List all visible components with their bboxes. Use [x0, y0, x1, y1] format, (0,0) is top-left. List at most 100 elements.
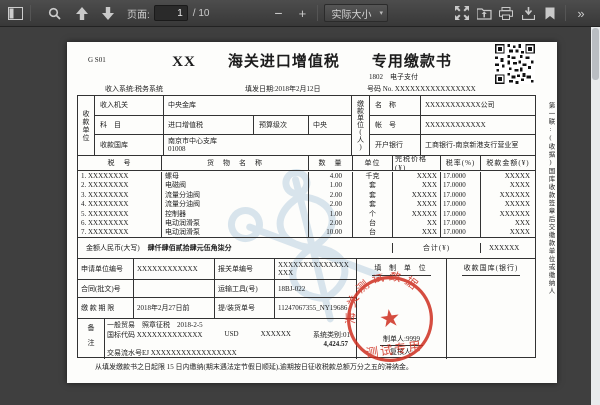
pdf-viewer-area: G S01 XX 海关进口增值税 专用缴款书 1802 电子支付 收入系统:税务…: [0, 27, 591, 405]
payer-bank-label: 开户银行: [370, 135, 421, 155]
total-value: XXXXXX: [481, 244, 535, 252]
bookmark-button[interactable]: [539, 3, 561, 24]
transport-value: 18BJ-022: [275, 280, 356, 298]
col-header-unit: 单位: [353, 156, 393, 170]
row-qty: 2.00: [309, 219, 353, 228]
row-amount: XXXXXX: [481, 191, 535, 200]
row-code: XXXXXXXX: [88, 219, 128, 227]
open-folder-icon: [477, 7, 492, 20]
more-tools-button[interactable]: »: [570, 3, 592, 24]
table-row: 3. XXXXXXXX 流量分油阀 2.00 套 XXXXX 17.0000 X…: [78, 191, 535, 200]
table-row: 4. XXXXXXXX 流量分油阀 2.00 套 XXXX 17.0000 XX…: [78, 200, 535, 209]
table-row: 7. XXXXXXXX 电动润滑泵 10.00 台 XXX 17.0000 XX…: [78, 228, 535, 237]
payer-side-label: 缴款单位(人): [356, 100, 366, 151]
download-button[interactable]: [517, 3, 539, 24]
row-code: XXXXXXXX: [88, 210, 128, 218]
row-unit: 个: [353, 210, 393, 219]
row-amount: XXXXX: [481, 172, 535, 181]
treasury-label: 收款国库: [95, 135, 164, 155]
row-no: 3.: [81, 191, 86, 199]
row-code: XXXXXXXX: [88, 200, 128, 208]
gb-code-label: 国标代码: [107, 331, 135, 339]
row-qty: 1.00: [309, 181, 353, 190]
page-number-input[interactable]: [154, 5, 188, 21]
col-header-tax-amount: 税款金额(¥): [481, 156, 535, 170]
zoom-out-button[interactable]: −: [267, 3, 289, 24]
table-row: 2. XXXXXXXX 电磁阀 1.00 套 XXX 17.0000 XXXX: [78, 181, 535, 190]
scrollbar-thumb[interactable]: [592, 28, 599, 80]
row-unit: 套: [353, 200, 393, 209]
row-qty: 10.00: [309, 228, 353, 237]
row-code: XXXXXXXX: [88, 172, 128, 180]
presentation-mode-button[interactable]: [451, 3, 473, 24]
row-code: XXXXXXXX: [88, 191, 128, 199]
row-no: 5.: [81, 210, 86, 218]
income-org-value: 中央金库: [164, 96, 351, 115]
amount-words-value: 肆仟肆佰贰拾肆元伍角柒分: [148, 243, 232, 253]
row-name: 螺母: [162, 172, 309, 181]
search-button[interactable]: [43, 3, 65, 24]
subject-label: 科 目: [95, 116, 164, 135]
footer-note: 从填发缴款书之日起限 15 日内缴纳(期末遇法定节假日顺延),逾期按日征收税款总…: [95, 363, 413, 372]
toggle-sidebar-button[interactable]: [4, 3, 26, 24]
row-amount: XXXX: [481, 181, 535, 190]
row-rate: 17.0000: [441, 172, 481, 181]
zoom-level-select[interactable]: 实际大小 ▾: [324, 4, 388, 22]
row-price: XXXX: [393, 172, 441, 181]
row-qty: 1.00: [309, 210, 353, 219]
currency-value: XXXXXX: [261, 330, 291, 340]
treasury-bank-label: 收款国库(银行): [462, 263, 521, 276]
tax-type-subtitle: 1802 电子支付: [369, 73, 418, 82]
applicant-no-label: 申请单位编号: [78, 259, 134, 279]
row-unit: 台: [353, 228, 393, 237]
pdf-page: G S01 XX 海关进口增值税 专用缴款书 1802 电子支付 收入系统:税务…: [67, 42, 557, 383]
row-rate: 17.0000: [441, 210, 481, 219]
row-amount: XXXX: [481, 228, 535, 237]
row-name: 电磁阀: [162, 181, 309, 190]
row-no: 4.: [81, 200, 86, 208]
row-qty: 4.00: [309, 172, 353, 181]
search-icon: [48, 7, 61, 20]
row-rate: 17.0000: [441, 200, 481, 209]
next-page-button[interactable]: [97, 3, 119, 24]
payer-name-label: 名 称: [370, 96, 421, 115]
payer-bank-value: 工商银行-南京新港支行营业室: [421, 135, 535, 155]
page-label: 页面:: [127, 6, 150, 21]
col-header-goods-name: 货 物 名 称: [162, 156, 309, 170]
payer-name-value: XXXXXXXXXXX公司: [421, 96, 535, 115]
fullscreen-icon: [455, 6, 469, 20]
pdf-toolbar: 页面: / 10 − + 实际大小 ▾: [0, 0, 600, 27]
budget-level-label: 预算级次: [254, 116, 309, 135]
vertical-scrollbar[interactable]: [591, 27, 600, 405]
zoom-in-button[interactable]: +: [291, 3, 313, 24]
budget-level-value: 中央: [309, 116, 351, 135]
row-name: 电动润滑泵: [162, 219, 309, 228]
system-type: 系统类别:01: [313, 330, 350, 340]
print-button[interactable]: [495, 3, 517, 24]
previous-page-button[interactable]: [71, 3, 93, 24]
row-price: XXXX: [393, 200, 441, 209]
row-price: XXXXX: [393, 210, 441, 219]
row-name: 控制器: [162, 210, 309, 219]
payment-form-table: 收款单位 收入机关 中央金库 科 目 进口增值税 预算级次 中央: [77, 95, 536, 358]
row-rate: 17.0000: [441, 181, 481, 190]
goods-table-header: 税 号 货 物 名 称 数 量 单位 完税价格(¥) 税率(%) 税款金额(¥): [78, 156, 535, 171]
transport-label: 运输工具(号): [215, 280, 275, 298]
row-no: 7.: [81, 228, 86, 236]
lading-no-value: 11247067355_NY19686: [275, 298, 356, 318]
row-code: XXXXXXXX: [88, 228, 128, 236]
open-file-button[interactable]: [473, 3, 495, 24]
row-price: XXXXX: [393, 191, 441, 200]
download-icon: [522, 7, 535, 20]
row-code: XXXXXXXX: [88, 181, 128, 189]
customs-declaration-value: XXXXXXXXXXXXXXXXX: [275, 259, 356, 279]
payment-deadline-value: 2018年2月27日前: [134, 298, 215, 318]
row-unit: 套: [353, 191, 393, 200]
amount-words-label: 金额人民币(大写): [86, 243, 140, 253]
treasury-value-line2: 01008: [168, 145, 186, 153]
arrow-up-icon: [76, 7, 88, 20]
row-amount: XXXXX: [481, 200, 535, 209]
maker-value: 制单人:9999: [380, 334, 423, 346]
table-row: 6. XXXXXXXX 电动润滑泵 2.00 台 XX 17.0000 XXX: [78, 219, 535, 228]
qr-code: [495, 44, 535, 84]
